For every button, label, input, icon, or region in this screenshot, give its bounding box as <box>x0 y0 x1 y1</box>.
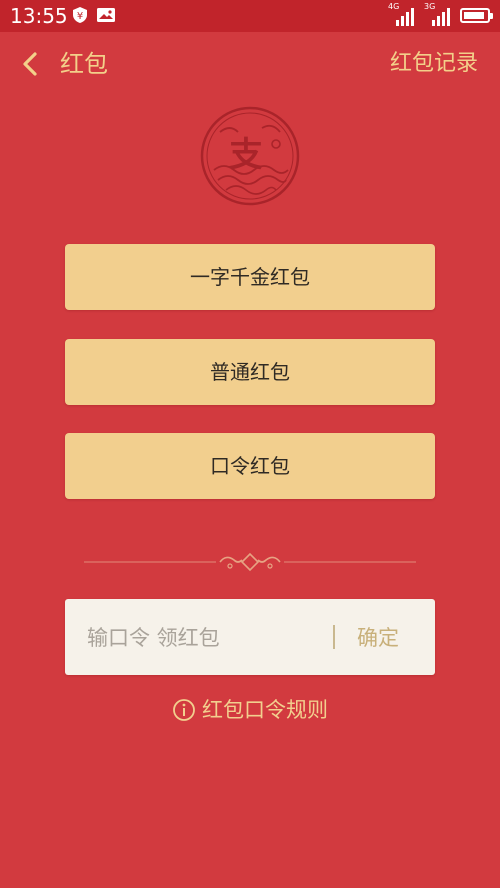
status-bar: 13:55 ¥ 4G 3G <box>0 0 500 32</box>
shield-icon: ¥ <box>73 7 87 23</box>
info-icon <box>173 699 195 721</box>
status-time: 13:55 <box>10 4 68 28</box>
input-separator <box>333 625 335 649</box>
signal-3g-icon: 3G <box>424 2 450 26</box>
battery-icon <box>460 7 493 23</box>
status-right-icons: 4G 3G <box>388 2 493 26</box>
password-rules-label: 红包口令规则 <box>202 698 328 722</box>
header: 红包 红包记录 <box>0 32 500 96</box>
normal-red-packet-button[interactable]: 普通红包 <box>65 339 435 405</box>
alipay-logo-char: 支 <box>229 135 263 175</box>
password-input-box: 确定 <box>65 599 435 675</box>
ornament-divider <box>84 552 416 572</box>
status-left-icons: ¥ <box>72 6 116 24</box>
battery-fill <box>464 11 484 19</box>
password-red-packet-button[interactable]: 口令红包 <box>65 433 435 499</box>
confirm-button[interactable]: 确定 <box>357 619 417 657</box>
password-rules-link[interactable]: 红包口令规则 <box>0 694 500 726</box>
page-title: 红包 <box>60 50 108 78</box>
signal-4g-icon: 4G <box>388 2 414 26</box>
image-notification-icon <box>97 8 115 22</box>
svg-text:¥: ¥ <box>77 11 83 22</box>
red-packet-record-link[interactable]: 红包记录 <box>390 46 478 82</box>
lucky-word-red-packet-button[interactable]: 一字千金红包 <box>65 244 435 310</box>
password-input[interactable] <box>85 617 319 659</box>
alipay-logo: 支 <box>200 106 300 206</box>
back-arrow-icon[interactable] <box>18 50 44 78</box>
